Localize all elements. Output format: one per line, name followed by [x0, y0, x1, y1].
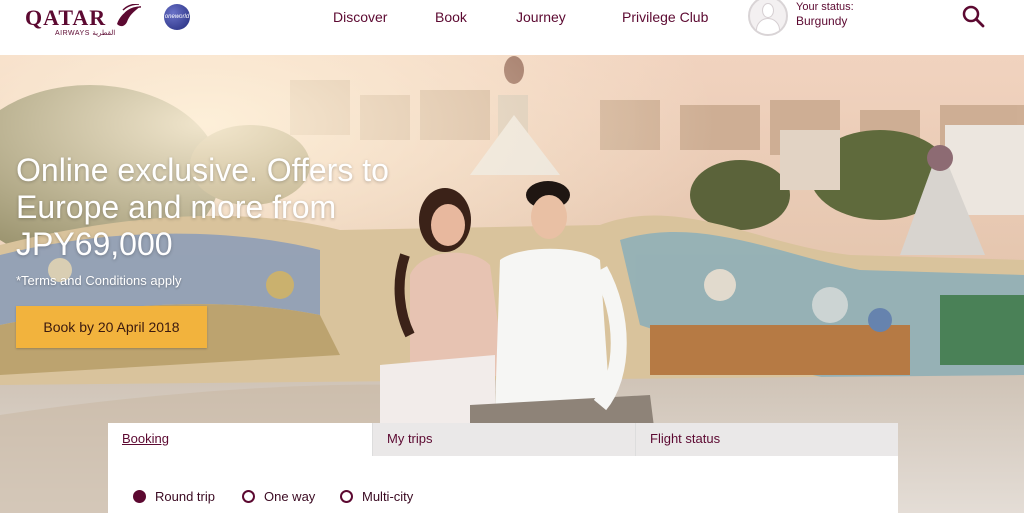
- avatar-body: [756, 18, 780, 34]
- multi-city-label: Multi-city: [362, 488, 414, 504]
- one-way-option[interactable]: One way: [242, 486, 315, 506]
- round-trip-option[interactable]: Round trip: [133, 486, 215, 506]
- round-trip-label: Round trip: [155, 488, 215, 504]
- terms-conditions-link[interactable]: *Terms and Conditions apply: [16, 273, 181, 288]
- qatar-airways-logo[interactable]: QATAR AIRWAYS القطرية: [25, 4, 145, 37]
- booking-widget: Booking My trips Flight status Round tri…: [108, 423, 898, 513]
- oneworld-logo[interactable]: oneworld: [164, 4, 190, 30]
- tab-flight-status[interactable]: Flight status: [635, 423, 898, 456]
- status-label: Your status:: [796, 1, 854, 13]
- tab-booking-label: Booking: [122, 431, 169, 446]
- radio-unselected-icon[interactable]: [340, 489, 353, 503]
- one-way-label: One way: [264, 488, 316, 504]
- avatar[interactable]: [748, 0, 788, 36]
- nav-book[interactable]: Book: [435, 9, 467, 25]
- radio-unselected-icon[interactable]: [242, 489, 255, 503]
- logo-subtext: AIRWAYS القطرية: [55, 30, 116, 37]
- tab-my-trips[interactable]: My trips: [372, 423, 635, 456]
- nav-privilege-club[interactable]: Privilege Club: [622, 9, 708, 25]
- book-by-button[interactable]: Book by 20 April 2018: [16, 306, 207, 348]
- status-value[interactable]: Burgundy: [796, 14, 847, 28]
- booking-tabs: Booking My trips Flight status: [108, 423, 898, 456]
- nav-journey[interactable]: Journey: [516, 9, 566, 25]
- site-header: QATAR AIRWAYS القطرية oneworld Discover …: [0, 0, 1024, 55]
- radio-selected-icon[interactable]: [133, 489, 146, 503]
- tab-booking[interactable]: Booking: [108, 423, 372, 456]
- tab-my-trips-label: My trips: [387, 431, 433, 446]
- oryx-icon: [117, 4, 142, 27]
- multi-city-option[interactable]: Multi-city: [340, 486, 413, 506]
- tab-flight-status-label: Flight status: [650, 431, 721, 446]
- nav-discover[interactable]: Discover: [333, 9, 387, 25]
- search-icon[interactable]: [961, 4, 985, 28]
- avatar-head: [762, 3, 774, 18]
- logo-wordmark: QATAR: [25, 5, 107, 30]
- hero-headline: Online exclusive. Offers to Europe and m…: [16, 152, 389, 262]
